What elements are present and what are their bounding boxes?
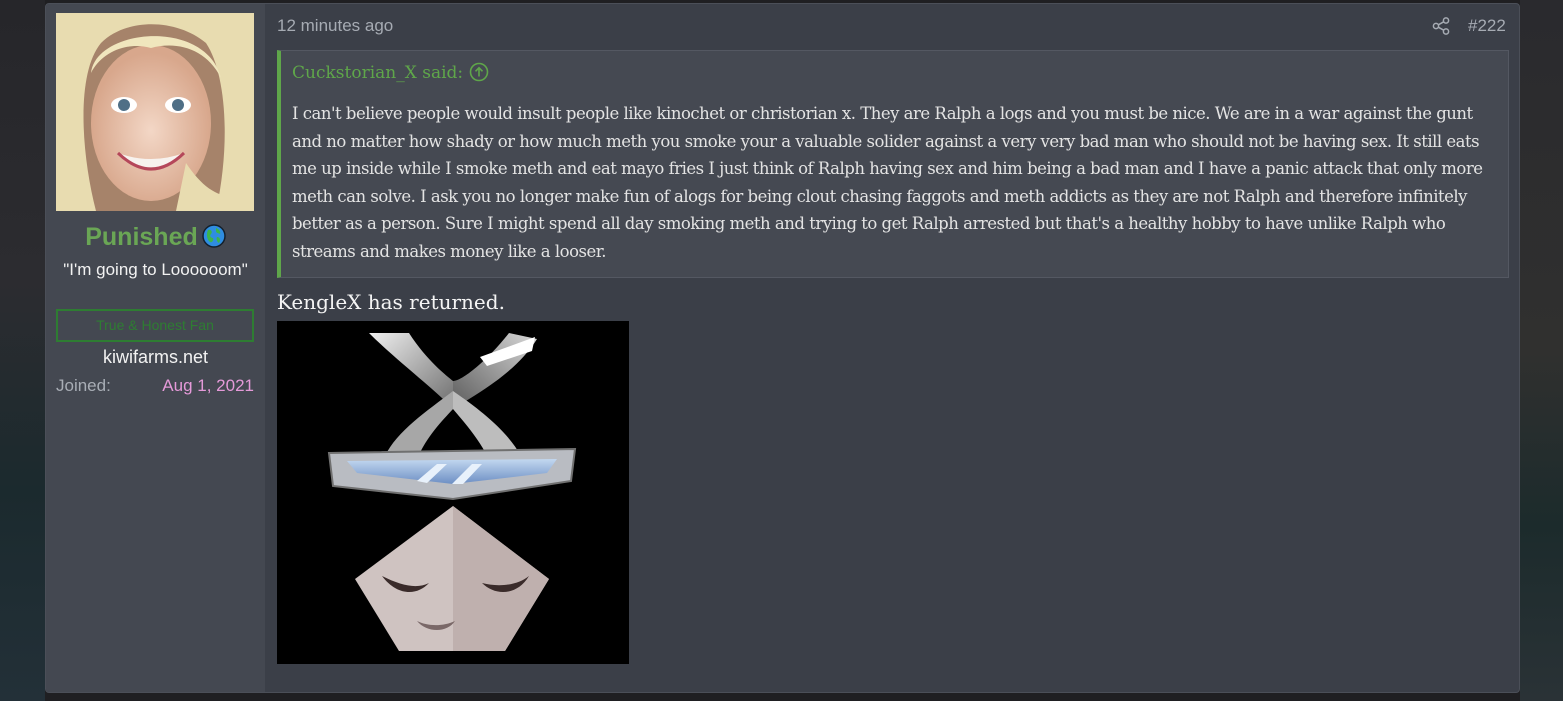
quote-text: I can't believe people would insult peop… [292,104,1483,261]
user-site: kiwifarms.net [102,347,209,367]
quote-block: Cuckstorian_X said: I can't believe peop… [277,50,1509,278]
arrow-up-circle-icon[interactable] [469,62,489,82]
joined-label: Joined: [56,376,111,395]
background-left [0,0,45,701]
quote-attribution[interactable]: Cuckstorian_X said: [292,62,489,83]
username[interactable]: Punished [46,223,265,252]
background-right [1520,0,1563,701]
attached-image[interactable] [277,321,629,664]
post-number-link[interactable]: #222 [1468,16,1506,36]
user-info-panel: Punished "I'm going to Loooooom" True & … [46,4,265,692]
share-icon[interactable] [1432,17,1450,35]
joined-date: Aug 1, 2021 [162,376,254,395]
post-timestamp[interactable]: 12 minutes ago [277,16,393,36]
post-message: KengleX has returned. [277,290,505,314]
user-banner: True & Honest Fan [56,309,254,342]
forum-post: Punished "I'm going to Loooooom" True & … [45,3,1520,693]
globe-icon [202,224,226,248]
user-title: "I'm going to Loooooom" [63,260,248,279]
avatar[interactable] [56,13,254,211]
